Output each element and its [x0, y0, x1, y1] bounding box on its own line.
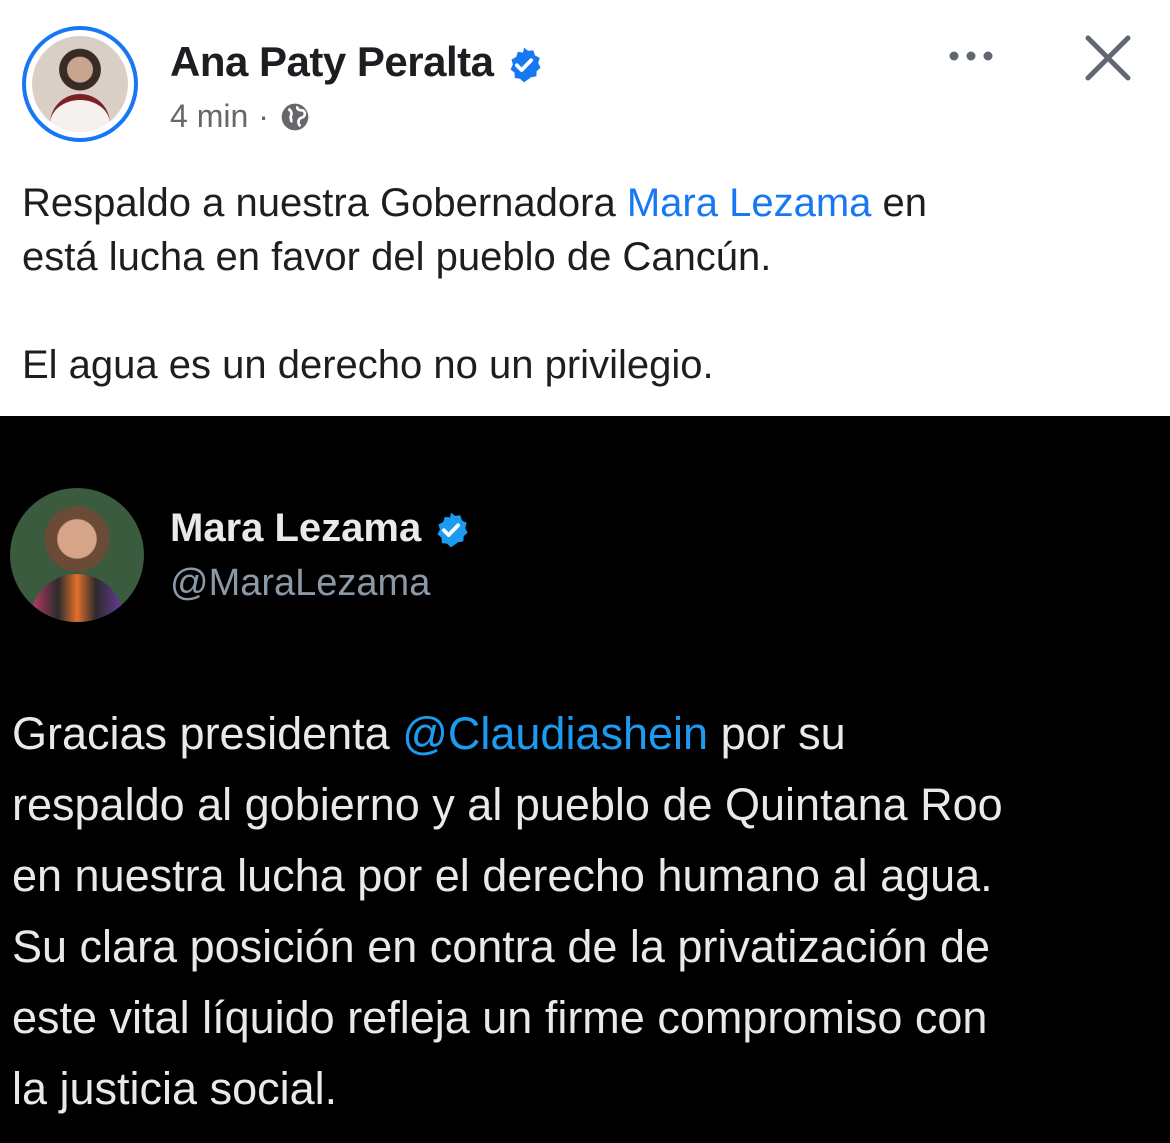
author-avatar[interactable] [22, 26, 138, 142]
tweet-text: Gracias presidenta @Claudiashein por su … [12, 698, 1162, 1124]
post-text-line: Respaldo a nuestra Gobernadora Mara Leza… [22, 181, 928, 225]
tweet-text-line: Su clara posición en contra de la privat… [12, 921, 991, 972]
verified-badge-icon [510, 47, 541, 83]
post-text: Respaldo a nuestra Gobernadora Mara Leza… [22, 176, 1142, 392]
tweet-mention-link[interactable]: @Claudiashein [402, 708, 708, 759]
more-horizontal-icon [949, 51, 993, 61]
embedded-tweet: Mara Lezama @MaraLezama Gracias presiden… [0, 416, 1170, 1143]
globe-icon [281, 103, 309, 130]
verified-badge-icon [437, 513, 468, 548]
post-time[interactable]: 4 min [170, 98, 248, 135]
mention-link[interactable]: Mara Lezama [627, 181, 872, 225]
tweet-text-line: Gracias presidenta @Claudiashein por su [12, 708, 846, 759]
more-options-button[interactable] [946, 40, 996, 74]
post-meta: 4 min · [170, 98, 311, 135]
close-icon [1085, 35, 1131, 81]
author-name[interactable]: Ana Paty Peralta [170, 38, 494, 85]
tweet-author-avatar[interactable] [10, 488, 144, 622]
post-text-line: está lucha en favor del pueblo de Cancún… [22, 235, 772, 279]
post-text-line: El agua es un derecho no un privilegio. [22, 343, 714, 387]
author-name-row: Ana Paty Peralta [170, 38, 543, 86]
meta-separator: · [258, 98, 269, 134]
tweet-text-line: respaldo al gobierno y al pueblo de Quin… [12, 779, 1003, 830]
tweet-author-handle[interactable]: @MaraLezama [170, 562, 430, 605]
tweet-text-line: la justicia social. [12, 1063, 338, 1114]
tweet-text-line: en nuestra lucha por el derecho humano a… [12, 850, 993, 901]
tweet-author-name-row: Mara Lezama [170, 506, 470, 551]
tweet-author-name[interactable]: Mara Lezama [170, 506, 421, 550]
tweet-text-line: este vital líquido refleja un firme comp… [12, 992, 988, 1043]
close-button[interactable] [1080, 30, 1136, 86]
facebook-post: Ana Paty Peralta 4 min · Respaldo a nues… [0, 0, 1170, 416]
